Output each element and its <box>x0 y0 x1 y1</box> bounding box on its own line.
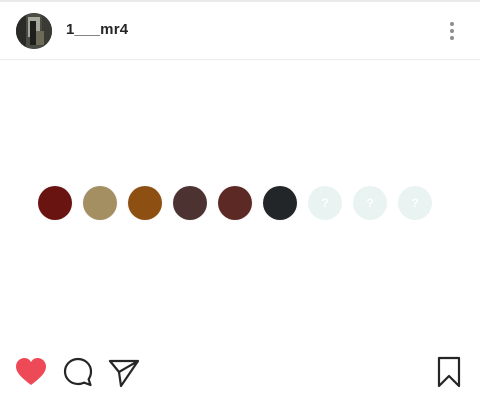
more-options-icon[interactable] <box>442 18 462 44</box>
color-swatch[interactable] <box>38 186 72 220</box>
color-swatch[interactable] <box>173 186 207 220</box>
color-palette: ??? <box>0 186 480 222</box>
dot <box>450 29 454 33</box>
dot <box>450 22 454 26</box>
dot <box>450 36 454 40</box>
color-swatch[interactable] <box>218 186 252 220</box>
color-swatch-unknown[interactable]: ? <box>353 186 387 220</box>
post-actions <box>0 355 480 395</box>
swatch-label: ? <box>411 196 419 210</box>
color-swatch[interactable] <box>128 186 162 220</box>
color-swatch[interactable] <box>263 186 297 220</box>
post-header: 1___mr4 <box>0 2 480 60</box>
username-link[interactable]: 1___mr4 <box>66 21 128 38</box>
comment-icon <box>63 357 93 387</box>
like-button[interactable] <box>14 355 48 389</box>
color-swatch[interactable] <box>83 186 117 220</box>
comment-button[interactable] <box>61 355 95 389</box>
share-button[interactable] <box>107 355 141 389</box>
heart-filled-icon <box>16 358 46 385</box>
send-icon <box>108 359 140 388</box>
swatch-label: ? <box>321 196 329 210</box>
color-swatch-unknown[interactable]: ? <box>398 186 432 220</box>
swatch-label: ? <box>366 196 374 210</box>
avatar[interactable] <box>16 13 52 49</box>
profile-photo-icon <box>16 13 52 49</box>
save-button[interactable] <box>432 355 466 389</box>
color-swatch-unknown[interactable]: ? <box>308 186 342 220</box>
bookmark-icon <box>437 356 461 388</box>
